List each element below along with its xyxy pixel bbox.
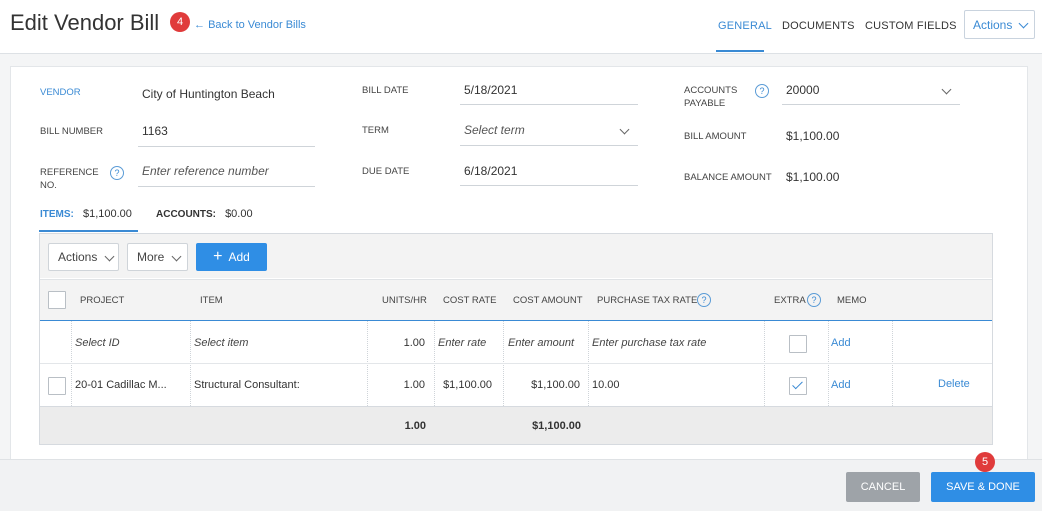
add-line-button[interactable]: + Add xyxy=(196,243,267,271)
term-label: TERM xyxy=(362,125,389,136)
accounts-payable-label-line2: PAYABLE xyxy=(684,98,726,109)
checkmark-icon xyxy=(792,378,803,390)
active-subtab-indicator xyxy=(39,230,138,232)
row-cost-rate[interactable]: $1,100.00 xyxy=(436,379,492,391)
reference-label-line1: REFERENCE xyxy=(40,167,99,178)
col-cost-rate[interactable]: COST RATE xyxy=(443,295,497,306)
accounts-payable-label: ACCOUNTS PAYABLE xyxy=(684,84,737,110)
help-icon[interactable]: ? xyxy=(110,166,124,180)
col-units[interactable]: UNITS/HR xyxy=(382,295,427,306)
step-badge: 5 xyxy=(975,452,995,472)
actions-dropdown-button[interactable]: Actions xyxy=(964,10,1035,39)
due-date-underline xyxy=(460,185,638,186)
cancel-button[interactable]: CANCEL xyxy=(846,472,920,502)
bill-number-label: BILL NUMBER xyxy=(40,126,103,137)
extra-checkbox[interactable] xyxy=(789,335,807,353)
accounts-payable-select[interactable]: 20000 xyxy=(786,83,819,97)
accounts-tab-total: $0.00 xyxy=(225,208,253,220)
cost-rate-input[interactable]: Enter rate xyxy=(438,337,486,349)
bill-amount-label: BILL AMOUNT xyxy=(684,131,747,142)
row-project[interactable]: 20-01 Cadillac M... xyxy=(75,379,167,391)
back-link-label: Back to Vendor Bills xyxy=(208,19,306,31)
page-title: Edit Vendor Bill xyxy=(10,10,160,35)
accounts-tab-label: ACCOUNTS: xyxy=(156,209,216,220)
bill-number-field[interactable]: 1163 xyxy=(142,124,168,138)
bill-date-underline xyxy=(460,104,638,105)
bill-date-field[interactable]: 5/18/2021 xyxy=(464,83,517,97)
col-purchase-tax-rate[interactable]: PURCHASE TAX RATE xyxy=(597,295,697,306)
cost-amount-input[interactable]: Enter amount xyxy=(508,337,574,349)
step-badge: 4 xyxy=(170,12,190,32)
row-checkbox[interactable] xyxy=(48,377,66,395)
reference-label-line2: NO. xyxy=(40,180,57,191)
purchase-tax-rate-input[interactable]: Enter purchase tax rate xyxy=(592,337,706,349)
bill-amount-value: $1,100.00 xyxy=(786,129,840,143)
tab-documents[interactable]: DOCUMENTS xyxy=(782,20,855,32)
units-input[interactable]: 1.00 xyxy=(380,337,425,349)
add-memo-link[interactable]: Add xyxy=(831,337,851,349)
tab-custom-fields[interactable]: CUSTOM FIELDS xyxy=(865,20,957,32)
back-to-vendor-bills-link[interactable]: ← Back to Vendor Bills xyxy=(194,19,306,31)
term-underline xyxy=(460,145,638,146)
row-cost-amount[interactable]: $1,100.00 xyxy=(508,379,580,391)
tab-general[interactable]: GENERAL xyxy=(718,20,772,32)
accounts-payable-underline xyxy=(782,104,960,105)
col-item[interactable]: ITEM xyxy=(200,295,223,306)
help-icon[interactable]: ? xyxy=(697,293,711,307)
grid-more-label: More xyxy=(137,250,165,264)
row-item[interactable]: Structural Consultant: xyxy=(194,379,300,391)
project-id-select[interactable]: Select ID xyxy=(75,337,120,349)
tab-accounts[interactable]: ACCOUNTS: $0.00 xyxy=(156,208,253,220)
bill-number-underline xyxy=(138,146,315,147)
reference-number-input[interactable]: Enter reference number xyxy=(142,164,269,178)
row-extra-checkbox[interactable] xyxy=(789,377,807,395)
items-tab-label: ITEMS: xyxy=(40,209,74,220)
select-all-checkbox[interactable] xyxy=(48,291,66,309)
total-units: 1.00 xyxy=(404,420,426,432)
due-date-label: DUE DATE xyxy=(362,166,410,177)
vendor-label[interactable]: VENDOR xyxy=(40,86,81,99)
row-purchase-tax-rate[interactable]: 10.00 xyxy=(592,379,620,391)
term-select[interactable]: Select term xyxy=(464,123,525,137)
items-tab-total: $1,100.00 xyxy=(82,208,132,220)
grid-actions-label: Actions xyxy=(58,250,98,264)
due-date-field[interactable]: 6/18/2021 xyxy=(464,164,517,178)
grid-actions-button[interactable]: Actions xyxy=(48,243,119,271)
grid-more-button[interactable]: More xyxy=(127,243,188,271)
plus-icon: + xyxy=(213,248,223,265)
row-delete-link[interactable]: Delete xyxy=(938,378,970,390)
arrow-left-icon: ← xyxy=(194,19,205,31)
row-units[interactable]: 1.00 xyxy=(380,379,425,391)
chevron-down-icon xyxy=(104,251,115,262)
tab-items[interactable]: ITEMS: $1,100.00 xyxy=(40,208,132,220)
reference-number-underline xyxy=(138,186,315,187)
active-tab-indicator xyxy=(716,50,764,52)
chevron-down-icon xyxy=(1018,18,1029,29)
item-select[interactable]: Select item xyxy=(194,337,248,349)
row-add-memo-link[interactable]: Add xyxy=(831,379,851,391)
reference-label: REFERENCE NO. xyxy=(40,166,99,192)
grid-header-underline xyxy=(40,320,992,321)
help-icon[interactable]: ? xyxy=(755,84,769,98)
help-icon[interactable]: ? xyxy=(807,293,821,307)
chevron-down-icon xyxy=(171,251,182,262)
save-and-done-button[interactable]: SAVE & DONE xyxy=(931,472,1035,502)
bill-date-label: BILL DATE xyxy=(362,85,409,96)
col-cost-amount[interactable]: COST AMOUNT xyxy=(513,295,583,306)
accounts-payable-label-line1: ACCOUNTS xyxy=(684,85,738,96)
actions-label: Actions xyxy=(973,17,1013,32)
balance-amount-label: BALANCE AMOUNT xyxy=(684,172,772,183)
vendor-value: City of Huntington Beach xyxy=(142,87,275,101)
balance-amount-value: $1,100.00 xyxy=(786,170,840,184)
col-project[interactable]: PROJECT xyxy=(80,295,124,306)
row-divider xyxy=(40,363,992,364)
total-cost-amount: $1,100.00 xyxy=(532,420,581,432)
col-extra[interactable]: EXTRA xyxy=(774,295,806,306)
col-memo[interactable]: MEMO xyxy=(837,295,867,306)
add-line-label: Add xyxy=(228,250,250,264)
